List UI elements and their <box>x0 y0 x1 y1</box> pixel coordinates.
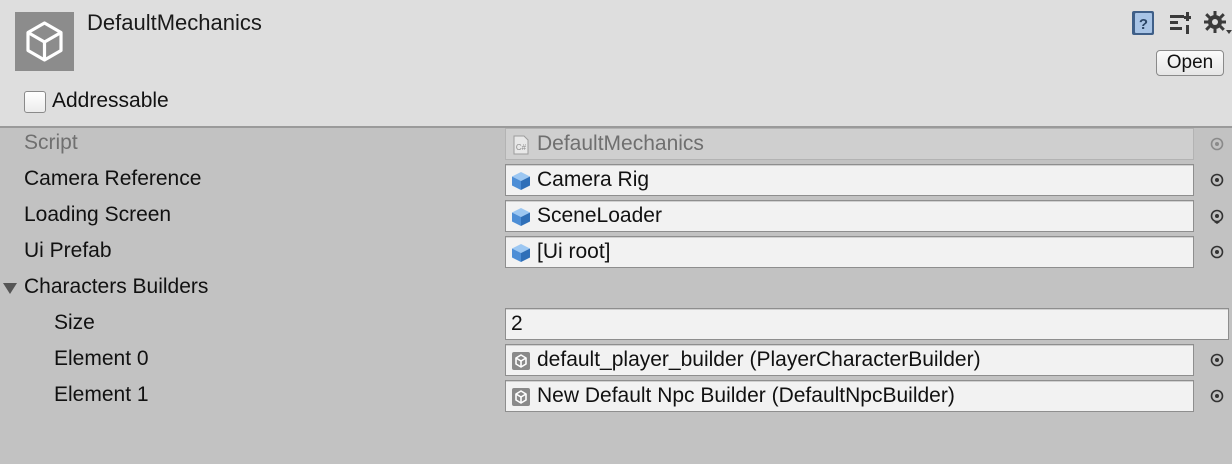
unity-logo-icon <box>15 12 74 71</box>
characters-builders-foldout[interactable]: Characters Builders <box>0 270 1232 306</box>
camera-reference-row: Camera Reference Camera Rig <box>0 162 1232 198</box>
ui-prefab-label: Ui Prefab <box>24 239 112 262</box>
object-picker-icon[interactable] <box>1209 244 1225 260</box>
scriptable-object-icon <box>512 388 530 406</box>
element-0-field[interactable]: default_player_builder (PlayerCharacterB… <box>505 344 1194 376</box>
array-size-input[interactable]: 2 <box>505 308 1229 340</box>
list-item: Element 0 default_player_builder (Player… <box>0 342 1232 378</box>
svg-text:C#: C# <box>516 143 527 152</box>
open-button[interactable]: Open <box>1156 50 1224 76</box>
loading-screen-row: Loading Screen SceneLoader <box>0 198 1232 234</box>
addressable-checkbox[interactable] <box>24 91 46 113</box>
prefab-cube-icon <box>512 172 530 190</box>
array-size-value: 2 <box>511 312 523 335</box>
object-picker-icon[interactable] <box>1209 136 1225 152</box>
camera-reference-label: Camera Reference <box>24 167 202 190</box>
object-picker-icon[interactable] <box>1209 208 1225 224</box>
foldout-arrow-icon[interactable] <box>2 280 18 296</box>
script-field: C# DefaultMechanics <box>505 128 1194 160</box>
ui-prefab-field[interactable]: [Ui root] <box>505 236 1194 268</box>
inspector-header: DefaultMechanics ? Open Addressable <box>0 0 1232 128</box>
array-size-row: Size 2 <box>0 306 1232 342</box>
ui-prefab-row: Ui Prefab [Ui root] <box>0 234 1232 270</box>
scriptable-object-icon <box>512 352 530 370</box>
loading-screen-label: Loading Screen <box>24 203 172 226</box>
svg-text:?: ? <box>1139 16 1148 33</box>
camera-reference-field[interactable]: Camera Rig <box>505 164 1194 196</box>
characters-builders-label: Characters Builders <box>24 275 209 298</box>
help-book-icon[interactable]: ? <box>1130 10 1156 36</box>
object-picker-icon[interactable] <box>1209 172 1225 188</box>
prefab-cube-icon <box>512 244 530 262</box>
script-value: DefaultMechanics <box>537 132 704 155</box>
page-title: DefaultMechanics <box>87 10 262 35</box>
list-item: Element 1 New Default Npc Builder (Defau… <box>0 378 1232 414</box>
element-1-label: Element 1 <box>54 383 149 406</box>
element-0-label: Element 0 <box>54 347 149 370</box>
prefab-cube-icon <box>512 208 530 226</box>
gear-menu-icon[interactable] <box>1204 10 1232 36</box>
element-1-field[interactable]: New Default Npc Builder (DefaultNpcBuild… <box>505 380 1194 412</box>
loading-screen-field[interactable]: SceneLoader <box>505 200 1194 232</box>
script-row: Script C# DefaultMechanics <box>0 126 1232 162</box>
camera-reference-value: Camera Rig <box>537 168 650 191</box>
addressable-label: Addressable <box>52 89 169 112</box>
element-0-value: default_player_builder (PlayerCharacterB… <box>537 348 981 371</box>
ui-prefab-value: [Ui root] <box>537 240 611 263</box>
array-size-label: Size <box>54 311 95 334</box>
preset-icon[interactable] <box>1168 10 1194 36</box>
script-label: Script <box>24 131 78 154</box>
element-1-value: New Default Npc Builder (DefaultNpcBuild… <box>537 384 955 407</box>
csharp-script-icon: C# <box>513 135 529 155</box>
object-picker-icon[interactable] <box>1209 352 1225 368</box>
loading-screen-value: SceneLoader <box>537 204 662 227</box>
object-picker-icon[interactable] <box>1209 388 1225 404</box>
